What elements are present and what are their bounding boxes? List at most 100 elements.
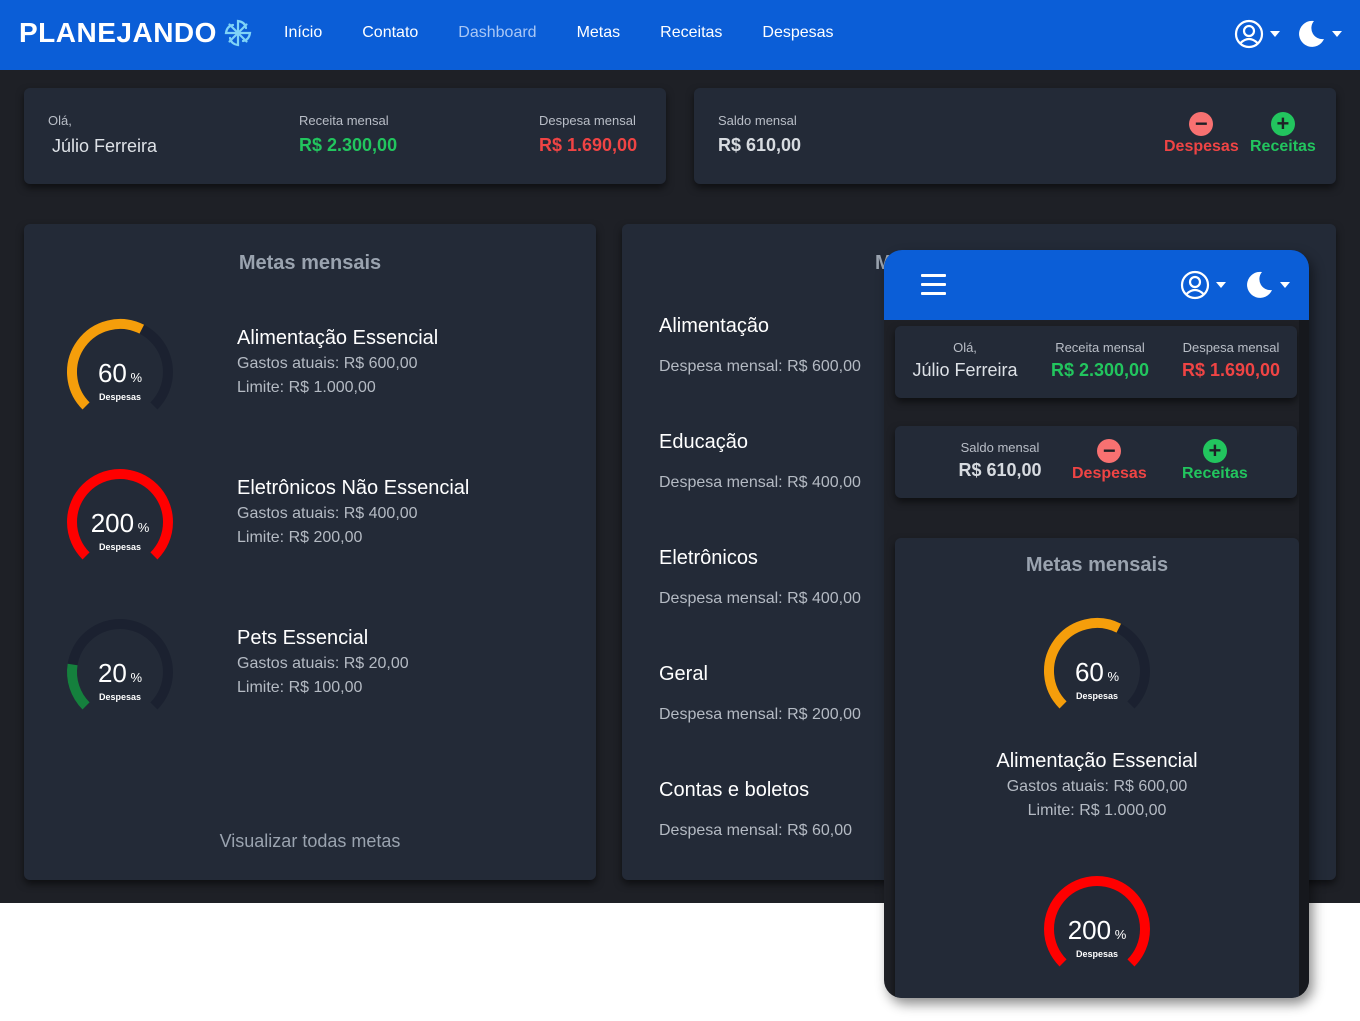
category-item: Alimentação Despesa mensal: R$ 600,00 [659, 315, 861, 376]
user-name: Júlio Ferreira [52, 136, 158, 156]
category-name: Alimentação [659, 315, 770, 337]
category-value: Despesa mensal: R$ 400,00 [659, 474, 861, 491]
balance-label: Saldo mensal [718, 113, 797, 128]
plus-circle-icon: + [1270, 112, 1295, 136]
add-expense-button[interactable]: − Despesas [1164, 112, 1239, 156]
goal-limit: Limite: R$ 200,00 [237, 529, 363, 546]
add-income-button[interactable]: + Receitas [1250, 112, 1316, 156]
goal-gauge: 60 % Despesas [60, 316, 180, 426]
nav-receitas[interactable]: Receitas [660, 24, 722, 42]
chevron-down-icon [1280, 282, 1290, 288]
gauge-caption: Despesas [1075, 691, 1119, 701]
gauge-percent: 60 [97, 358, 127, 388]
income-label: Receita mensal [299, 113, 389, 128]
category-value: Despesa mensal: R$ 400,00 [659, 590, 861, 607]
goal-name: Alimentação Essencial [237, 327, 439, 349]
nav-contato[interactable]: Contato [362, 24, 418, 42]
goal-item: Alimentação Essencial Gastos atuais: R$ … [237, 327, 438, 400]
goal-spent: Gastos atuais: R$ 400,00 [237, 505, 418, 522]
brand-name: PLANEJANDO [19, 17, 217, 48]
mobile-summary-card: Olá, Júlio Ferreira Receita mensal R$ 2.… [895, 326, 1297, 398]
category-name: Geral [659, 663, 708, 685]
theme-toggle-button[interactable] [1296, 19, 1342, 49]
goal-spent: Gastos atuais: R$ 20,00 [237, 655, 409, 672]
minus-circle-icon: − [1097, 439, 1122, 463]
summary-card: Olá, Júlio Ferreira Receita mensal R$ 2.… [24, 88, 666, 184]
user-circle-icon [1234, 19, 1264, 49]
gauge-caption: Despesas [1075, 949, 1119, 959]
mobile-goals-card: Metas mensais 60 % Despesas Alimentação … [895, 538, 1299, 998]
balance-label: Saldo mensal [960, 440, 1040, 455]
add-income-label: Receitas [1250, 138, 1316, 155]
user-menu-button[interactable] [1234, 19, 1280, 49]
goal-name: Eletrônicos Não Essencial [237, 477, 470, 499]
moon-icon [1299, 20, 1324, 47]
mobile-theme-toggle-button[interactable] [1244, 270, 1290, 300]
income-label: Receita mensal [1055, 340, 1145, 355]
category-name: Eletrônicos [659, 547, 758, 569]
mobile-user-menu-button[interactable] [1180, 270, 1226, 300]
goal-limit: Limite: R$ 1.000,00 [237, 379, 376, 396]
income-value: R$ 2.300,00 [299, 135, 398, 155]
goals-title: Metas mensais [238, 252, 382, 274]
expense-value: R$ 1.690,00 [1181, 360, 1281, 380]
goal-limit: Limite: R$ 1.000,00 [1027, 802, 1167, 819]
category-item: Educação Despesa mensal: R$ 400,00 [659, 431, 861, 492]
expense-label: Despesa mensal [1182, 340, 1280, 355]
category-value: Despesa mensal: R$ 200,00 [659, 706, 861, 723]
goal-gauge: 200 % Despesas [1037, 873, 1157, 983]
gauge-percent: 60 [1074, 657, 1104, 687]
goal-gauge: 60 % Despesas [1037, 615, 1157, 725]
goals-card: Metas mensais 60 % Despesas Alimentação … [24, 224, 596, 880]
category-item: Contas e boletos Despesa mensal: R$ 60,0… [659, 779, 852, 840]
minus-circle-icon: − [1189, 112, 1214, 136]
nav-despesas[interactable]: Despesas [762, 24, 833, 42]
gauge-caption: Despesas [98, 542, 142, 552]
category-value: Despesa mensal: R$ 600,00 [659, 358, 861, 375]
mobile-add-expense-button[interactable]: − Despesas [1072, 439, 1147, 483]
goal-gauge: 200 % Despesas [60, 466, 180, 576]
goal-gauge: 20 % Despesas [60, 616, 180, 726]
nav-right [1218, 19, 1342, 49]
income-value: R$ 2.300,00 [1050, 360, 1150, 380]
mobile-navbar [884, 250, 1309, 320]
balance-value: R$ 610,00 [718, 135, 802, 155]
mobile-view: Olá, Júlio Ferreira Receita mensal R$ 2.… [884, 250, 1309, 998]
category-item: Geral Despesa mensal: R$ 200,00 [659, 663, 861, 724]
goal-spent: Gastos atuais: R$ 600,00 [237, 355, 418, 372]
goal-name: Pets Essencial [237, 627, 369, 649]
nav-inicio[interactable]: Início [284, 24, 322, 42]
chevron-down-icon [1216, 282, 1226, 288]
user-name: Júlio Ferreira [912, 360, 1018, 380]
view-all-goals-link[interactable]: Visualizar todas metas [24, 831, 596, 852]
greeting-label: Olá, [48, 113, 72, 128]
greeting-label: Olá, [953, 340, 977, 355]
gauge-caption: Despesas [98, 392, 142, 402]
goal-name: Alimentação Essencial [996, 750, 1198, 772]
hamburger-menu-icon[interactable] [921, 274, 946, 295]
expense-label: Despesa mensal [539, 113, 636, 128]
category-name: Contas e boletos [659, 779, 810, 801]
brand-logo[interactable]: PLANEJANDO [19, 17, 253, 49]
add-expense-label: Despesas [1164, 138, 1239, 155]
gauge-percent: 200 [90, 508, 135, 538]
nav-metas[interactable]: Metas [577, 24, 621, 42]
category-value: Despesa mensal: R$ 60,00 [659, 822, 852, 839]
balance-card: Saldo mensal R$ 610,00 − Despesas + Rece… [694, 88, 1336, 184]
gauge-caption: Despesas [98, 692, 142, 702]
gauge-percent: 20 [97, 658, 127, 688]
chevron-down-icon [1332, 31, 1342, 37]
user-circle-icon [1180, 270, 1210, 300]
goals-title: Metas mensais [1025, 554, 1169, 576]
mobile-balance-card: Saldo mensal R$ 610,00 − Despesas + Rece… [895, 426, 1297, 498]
mobile-scrollbar[interactable] [1299, 320, 1309, 998]
nav-dashboard[interactable]: Dashboard [458, 24, 536, 42]
goal-spent: Gastos atuais: R$ 600,00 [1006, 778, 1188, 795]
category-name: Educação [659, 431, 748, 453]
goal-item: Eletrônicos Não Essencial Gastos atuais:… [237, 477, 469, 550]
chevron-down-icon [1270, 31, 1280, 37]
goal-limit: Limite: R$ 100,00 [237, 679, 363, 696]
nav-links: Início Contato Dashboard Metas Receitas … [284, 24, 874, 42]
moon-icon [1247, 271, 1272, 298]
mobile-add-income-button[interactable]: + Receitas [1182, 439, 1248, 483]
